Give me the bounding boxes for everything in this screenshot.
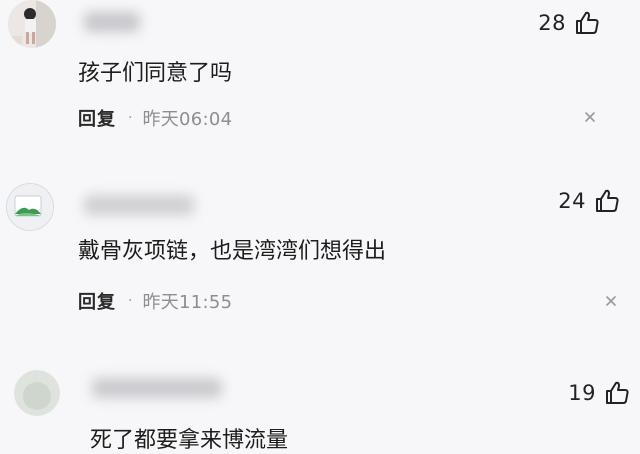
comment-meta: 回复 · 昨天06:04 [78, 105, 232, 131]
timestamp: 昨天06:04 [142, 109, 233, 130]
like-group[interactable]: 28 [538, 10, 600, 36]
avatar-blurred-icon [14, 370, 60, 416]
avatar[interactable] [14, 370, 60, 416]
like-count: 24 [558, 189, 586, 213]
timestamp: 昨天11:55 [142, 292, 233, 313]
username-blurred[interactable] [84, 12, 140, 32]
comment-item: 28 孩子们同意了吗 回复 · 昨天06:04 [0, 0, 640, 150]
like-group[interactable]: 19 [568, 380, 630, 406]
comment-text: 戴骨灰项链，也是湾湾们想得出 [78, 239, 387, 264]
thumbs-up-icon[interactable] [604, 380, 630, 406]
comment-meta: 回复 · 昨天11:55 [78, 288, 232, 314]
comment-item: 24 戴骨灰项链，也是湾湾们想得出 回复 · 昨天11:55 [0, 150, 640, 360]
thumbs-up-icon[interactable] [594, 188, 620, 214]
like-count: 28 [538, 11, 566, 35]
avatar-photo-icon [8, 0, 56, 48]
reply-button[interactable]: 回复 [78, 288, 116, 314]
comment-item: 19 死了都要拿来博流量 [0, 360, 640, 453]
avatar[interactable] [8, 0, 56, 48]
reply-button[interactable]: 回复 [78, 105, 116, 131]
avatar[interactable] [6, 183, 54, 231]
comment-text: 死了都要拿来博流量 [90, 428, 289, 453]
username-blurred[interactable] [84, 195, 194, 215]
separator-dot: · [128, 293, 133, 309]
separator-dot: · [128, 110, 133, 126]
comment-text: 孩子们同意了吗 [78, 61, 233, 86]
like-group[interactable]: 24 [558, 188, 620, 214]
avatar-image-placeholder-icon [7, 184, 53, 230]
like-count: 19 [568, 381, 596, 405]
username-blurred[interactable] [92, 378, 222, 398]
close-icon[interactable] [583, 110, 597, 124]
close-icon[interactable] [604, 294, 618, 308]
thumbs-up-icon[interactable] [574, 10, 600, 36]
